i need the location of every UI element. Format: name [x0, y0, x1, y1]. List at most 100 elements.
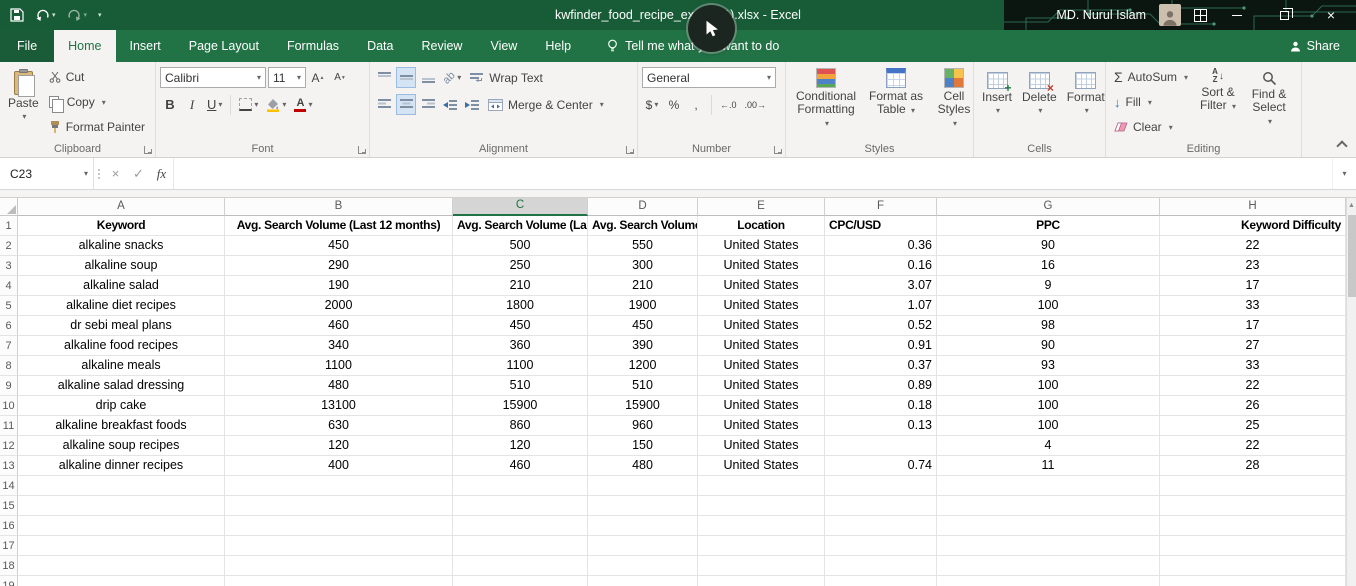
- cell-E12[interactable]: United States: [698, 436, 825, 456]
- cell-F7[interactable]: 0.91: [825, 336, 937, 356]
- cell-G15[interactable]: [937, 496, 1160, 516]
- cell-C8[interactable]: 1100: [453, 356, 588, 376]
- cell-H14[interactable]: [1160, 476, 1346, 496]
- cell-E7[interactable]: United States: [698, 336, 825, 356]
- row-header-4[interactable]: 4: [0, 276, 18, 296]
- cell-E13[interactable]: United States: [698, 456, 825, 476]
- decrease-indent-button[interactable]: [440, 94, 460, 115]
- cell-D14[interactable]: [588, 476, 698, 496]
- formula-bar-grip[interactable]: [94, 158, 104, 189]
- increase-indent-button[interactable]: [462, 94, 482, 115]
- cut-button[interactable]: Cut: [45, 65, 149, 89]
- column-header-D[interactable]: D: [588, 198, 698, 216]
- cell-E6[interactable]: United States: [698, 316, 825, 336]
- comma-style-button[interactable]: ,: [686, 94, 706, 115]
- cell-F8[interactable]: 0.37: [825, 356, 937, 376]
- column-header-F[interactable]: F: [825, 198, 937, 216]
- tab-review[interactable]: Review: [407, 30, 476, 62]
- row-header-10[interactable]: 10: [0, 396, 18, 416]
- cell-F16[interactable]: [825, 516, 937, 536]
- cell-A10[interactable]: drip cake: [18, 396, 225, 416]
- cell-D6[interactable]: 450: [588, 316, 698, 336]
- cell-E5[interactable]: United States: [698, 296, 825, 316]
- row-header-17[interactable]: 17: [0, 536, 18, 556]
- align-center-button[interactable]: [396, 94, 416, 115]
- cell-B10[interactable]: 13100: [225, 396, 453, 416]
- paste-button[interactable]: Paste ▾: [4, 65, 43, 141]
- enter-button[interactable]: ✓: [127, 158, 150, 189]
- column-header-G[interactable]: G: [937, 198, 1160, 216]
- font-color-button[interactable]: A ▾: [291, 94, 315, 115]
- tab-formulas[interactable]: Formulas: [273, 30, 353, 62]
- cell-C11[interactable]: 860: [453, 416, 588, 436]
- cell-E10[interactable]: United States: [698, 396, 825, 416]
- cell-A18[interactable]: [18, 556, 225, 576]
- name-box[interactable]: C23 ▾: [0, 158, 94, 189]
- bottom-align-button[interactable]: [418, 67, 438, 88]
- cell-B4[interactable]: 190: [225, 276, 453, 296]
- format-cells-button[interactable]: Format ▾: [1063, 65, 1109, 141]
- cell-G1[interactable]: PPC: [937, 216, 1160, 236]
- cancel-button[interactable]: ×: [104, 158, 127, 189]
- cell-H6[interactable]: 17: [1160, 316, 1346, 336]
- tab-page-layout[interactable]: Page Layout: [175, 30, 273, 62]
- cell-C4[interactable]: 210: [453, 276, 588, 296]
- column-header-C[interactable]: C: [453, 198, 588, 216]
- cell-G2[interactable]: 90: [937, 236, 1160, 256]
- row-header-9[interactable]: 9: [0, 376, 18, 396]
- expand-formula-bar-icon[interactable]: ▾: [1332, 158, 1356, 189]
- cell-D11[interactable]: 960: [588, 416, 698, 436]
- cell-D12[interactable]: 150: [588, 436, 698, 456]
- cell-F6[interactable]: 0.52: [825, 316, 937, 336]
- cell-E9[interactable]: United States: [698, 376, 825, 396]
- clear-button[interactable]: Clear ▾: [1110, 115, 1192, 139]
- increase-decimal-button[interactable]: ←.0: [717, 94, 740, 115]
- insert-cells-button[interactable]: + Insert ▾: [978, 65, 1016, 141]
- cell-D3[interactable]: 300: [588, 256, 698, 276]
- cell-D5[interactable]: 1900: [588, 296, 698, 316]
- cell-D18[interactable]: [588, 556, 698, 576]
- insert-function-button[interactable]: fx: [150, 158, 173, 189]
- cell-G10[interactable]: 100: [937, 396, 1160, 416]
- top-align-button[interactable]: [374, 67, 394, 88]
- cell-A16[interactable]: [18, 516, 225, 536]
- cell-F14[interactable]: [825, 476, 937, 496]
- borders-button[interactable]: ▾: [236, 94, 261, 115]
- orientation-button[interactable]: ab▾: [440, 67, 464, 88]
- row-header-7[interactable]: 7: [0, 336, 18, 356]
- minimize-button[interactable]: [1220, 0, 1254, 30]
- row-header-13[interactable]: 13: [0, 456, 18, 476]
- cell-A13[interactable]: alkaline dinner recipes: [18, 456, 225, 476]
- delete-cells-button[interactable]: × Delete ▾: [1018, 65, 1061, 141]
- tab-help[interactable]: Help: [531, 30, 585, 62]
- format-painter-button[interactable]: Format Painter: [45, 115, 149, 139]
- cell-D17[interactable]: [588, 536, 698, 556]
- cell-B9[interactable]: 480: [225, 376, 453, 396]
- cell-G7[interactable]: 90: [937, 336, 1160, 356]
- decrease-decimal-button[interactable]: .00→: [742, 94, 770, 115]
- cell-D19[interactable]: [588, 576, 698, 586]
- cell-G6[interactable]: 98: [937, 316, 1160, 336]
- fill-color-button[interactable]: ▾: [263, 94, 289, 115]
- redo-button[interactable]: ▾: [67, 9, 88, 22]
- cell-B8[interactable]: 1100: [225, 356, 453, 376]
- undo-button[interactable]: ▾: [35, 9, 56, 22]
- redo-caret-icon[interactable]: ▾: [84, 11, 88, 19]
- cell-G16[interactable]: [937, 516, 1160, 536]
- cell-C19[interactable]: [453, 576, 588, 586]
- cell-E3[interactable]: United States: [698, 256, 825, 276]
- cell-F3[interactable]: 0.16: [825, 256, 937, 276]
- underline-button[interactable]: U▾: [204, 94, 225, 115]
- formula-input[interactable]: [173, 158, 1332, 189]
- cell-B15[interactable]: [225, 496, 453, 516]
- cell-G13[interactable]: 11: [937, 456, 1160, 476]
- cell-C16[interactable]: [453, 516, 588, 536]
- cell-A14[interactable]: [18, 476, 225, 496]
- cell-F12[interactable]: [825, 436, 937, 456]
- cell-D4[interactable]: 210: [588, 276, 698, 296]
- share-button[interactable]: Share: [1290, 30, 1340, 62]
- cell-C18[interactable]: [453, 556, 588, 576]
- tab-data[interactable]: Data: [353, 30, 407, 62]
- cell-H4[interactable]: 17: [1160, 276, 1346, 296]
- cell-F10[interactable]: 0.18: [825, 396, 937, 416]
